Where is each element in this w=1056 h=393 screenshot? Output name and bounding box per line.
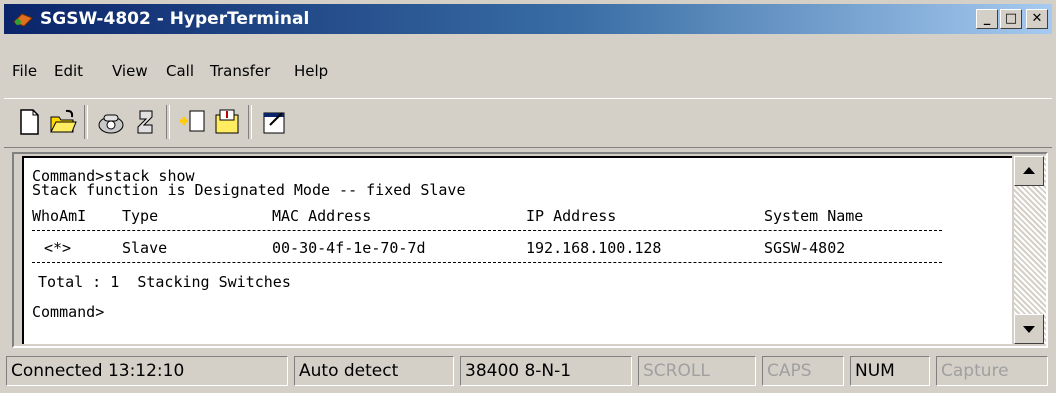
- table-divider: [32, 230, 942, 231]
- status-num: NUM: [850, 356, 930, 386]
- header-type: Type: [122, 207, 159, 225]
- menu-call[interactable]: Call: [166, 62, 194, 80]
- connect-button[interactable]: [96, 107, 126, 137]
- status-caps: CAPS: [762, 356, 844, 386]
- menu-help[interactable]: Help: [294, 62, 328, 80]
- status-settings: 38400 8-N-1: [460, 356, 632, 386]
- status-bar: Connected 13:12:10 Auto detect 38400 8-N…: [4, 352, 1052, 388]
- menu-view[interactable]: View: [112, 62, 148, 80]
- disconnect-button[interactable]: [130, 107, 160, 137]
- open-icon: [50, 109, 77, 133]
- menu-transfer[interactable]: Transfer: [210, 62, 270, 80]
- terminal-screen[interactable]: Command>stack show Stack function is Des…: [22, 156, 1012, 344]
- window-title: SGSW-4802 - HyperTerminal: [40, 9, 310, 29]
- close-button[interactable]: ✕: [1026, 9, 1048, 29]
- terminal-total: Total : 1 Stacking Switches: [38, 273, 291, 291]
- open-button[interactable]: [48, 107, 78, 137]
- hyperterminal-window: SGSW-4802 - HyperTerminal _ □ ✕ File Edi…: [0, 0, 1056, 393]
- table-divider: [32, 262, 942, 263]
- menu-edit[interactable]: Edit: [54, 62, 83, 80]
- scroll-down-button[interactable]: [1014, 314, 1044, 344]
- terminal-prompt: Command>: [32, 303, 105, 321]
- send-button[interactable]: [178, 107, 208, 137]
- maximize-icon: □: [1004, 11, 1018, 26]
- maximize-button[interactable]: □: [1000, 9, 1022, 29]
- row-mac: 00-30-4f-1e-70-7d: [272, 239, 426, 257]
- close-icon: ✕: [1031, 11, 1043, 26]
- arrow-up-icon: [1023, 167, 1035, 174]
- connect-icon: [98, 114, 124, 134]
- row-ip: 192.168.100.128: [526, 239, 662, 257]
- row-type: Slave: [122, 239, 168, 257]
- terminal-line: Stack function is Designated Mode -- fix…: [32, 181, 466, 199]
- menu-bar: File Edit View Call Transfer Help: [4, 62, 1052, 88]
- toolbar: [4, 98, 1052, 148]
- properties-button[interactable]: [260, 107, 290, 137]
- status-connected: Connected 13:12:10: [6, 356, 288, 386]
- header-ip: IP Address: [526, 207, 617, 225]
- receive-button[interactable]: [212, 107, 242, 137]
- toolbar-separator: [166, 105, 170, 139]
- properties-icon: [263, 112, 285, 134]
- vertical-scrollbar[interactable]: [1014, 156, 1046, 344]
- minimize-icon: _: [983, 11, 991, 26]
- arrow-down-icon: [1023, 326, 1035, 333]
- row-system-name: SGSW-4802: [764, 239, 846, 257]
- header-mac: MAC Address: [272, 207, 372, 225]
- toolbar-separator: [84, 105, 88, 139]
- status-scroll: SCROLL: [638, 356, 756, 386]
- new-button[interactable]: [14, 107, 44, 137]
- title-bar[interactable]: SGSW-4802 - HyperTerminal _ □ ✕: [4, 4, 1052, 34]
- status-capture: Capture: [936, 356, 1048, 386]
- row-whoami: <*>: [44, 239, 72, 257]
- scroll-up-button[interactable]: [1014, 156, 1044, 186]
- menu-file[interactable]: File: [12, 62, 37, 80]
- receive-icon: [215, 109, 239, 134]
- new-icon: [20, 109, 39, 135]
- toolbar-separator: [248, 105, 252, 139]
- send-icon: [180, 110, 205, 132]
- disconnect-icon: [137, 110, 153, 134]
- minimize-button[interactable]: _: [976, 9, 998, 29]
- hyperterminal-app-icon: [12, 10, 34, 28]
- header-system-name: System Name: [764, 207, 864, 225]
- header-whoami: WhoAmI: [32, 207, 87, 225]
- status-detect: Auto detect: [294, 356, 454, 386]
